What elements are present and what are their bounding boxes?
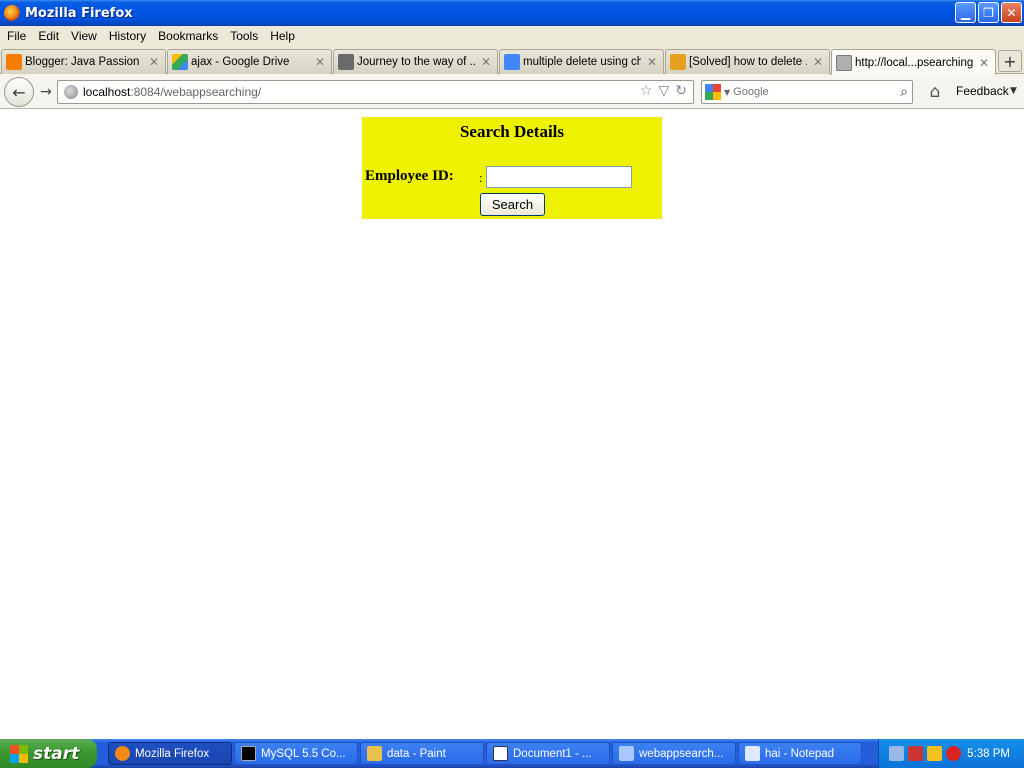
bookmark-star-icon[interactable]: ☆ <box>640 83 653 99</box>
notepad-icon <box>745 746 760 761</box>
tab-label: http://local...psearching/ <box>855 56 973 69</box>
page-title: Search Details <box>459 122 565 141</box>
forward-button[interactable]: → <box>36 83 56 101</box>
menu-edit[interactable]: Edit <box>32 29 65 43</box>
paint-icon <box>367 746 382 761</box>
task-label: Mozilla Firefox <box>135 747 210 760</box>
java-icon <box>338 54 354 70</box>
feedback-button[interactable]: Feedback <box>956 84 1009 98</box>
menu-view[interactable]: View <box>65 29 103 43</box>
taskbar-item-mysql[interactable]: MySQL 5.5 Co... <box>234 742 358 765</box>
reload-icon[interactable]: ↻ <box>675 83 687 99</box>
tab-close-icon[interactable]: ✕ <box>147 55 161 69</box>
feedback-dropdown-icon[interactable]: ▼ <box>1010 86 1017 96</box>
tab-solved[interactable]: [Solved] how to delete ... ✕ <box>665 49 830 74</box>
taskbar-item-firefox[interactable]: Mozilla Firefox <box>108 742 232 765</box>
system-tray: 5:38 PM <box>878 739 1024 768</box>
tab-strip: Blogger: Java Passion -... ✕ ajax - Goog… <box>0 46 1024 75</box>
search-panel: Search Details Employee ID: : Search <box>362 117 662 219</box>
search-button[interactable]: Search <box>480 193 545 216</box>
url-bar[interactable]: localhost :8084/webappsearching/ ☆ ▽ ↻ <box>57 80 694 104</box>
menu-bookmarks[interactable]: Bookmarks <box>152 29 224 43</box>
tab-close-icon[interactable]: ✕ <box>811 55 825 69</box>
minimize-button[interactable]: ▁ <box>955 2 976 23</box>
window-controls: ▁ ❐ ✕ <box>955 2 1022 23</box>
network-icon[interactable] <box>889 746 904 761</box>
google-drive-icon <box>172 54 188 70</box>
menu-history[interactable]: History <box>103 29 152 43</box>
antivirus-icon[interactable] <box>946 746 961 761</box>
google-search-engine-icon[interactable] <box>705 84 721 100</box>
start-label: start <box>33 743 80 764</box>
shield-icon[interactable] <box>927 746 942 761</box>
menu-file[interactable]: File <box>0 29 32 43</box>
search-bar[interactable]: ▼ ⌕ <box>701 80 913 104</box>
tab-close-icon[interactable]: ✕ <box>977 56 991 70</box>
clock: 5:38 PM <box>967 747 1010 760</box>
tab-localhost[interactable]: http://local...psearching/ ✕ <box>831 49 996 75</box>
tab-journey[interactable]: Journey to the way of ... ✕ <box>333 49 498 74</box>
close-button[interactable]: ✕ <box>1001 2 1022 23</box>
search-input[interactable] <box>733 86 901 98</box>
console-icon <box>241 746 256 761</box>
security-alert-icon[interactable] <box>908 746 923 761</box>
magnifier-icon[interactable]: ⌕ <box>900 84 908 100</box>
firefox-icon <box>115 746 130 761</box>
tab-label: Blogger: Java Passion -... <box>25 56 143 68</box>
dropdown-arrow-icon[interactable]: ▽ <box>658 83 669 99</box>
task-label: Document1 - ... <box>513 747 592 760</box>
globe-icon <box>64 85 78 99</box>
employee-id-label: Employee ID: <box>365 168 454 184</box>
title-bar: Mozilla Firefox ▁ ❐ ✕ <box>0 0 1024 26</box>
task-label: hai - Notepad <box>765 747 835 760</box>
employee-id-input[interactable] <box>486 166 632 188</box>
taskbar-item-notepad[interactable]: hai - Notepad <box>738 742 862 765</box>
taskbar-item-webappsearch[interactable]: webappsearch... <box>612 742 736 765</box>
task-label: MySQL 5.5 Co... <box>261 747 346 760</box>
home-button[interactable]: ⌂ <box>925 82 945 102</box>
netbeans-icon <box>619 746 634 761</box>
blogger-icon <box>6 54 22 70</box>
word-icon <box>493 746 508 761</box>
tab-google-drive[interactable]: ajax - Google Drive ✕ <box>167 49 332 74</box>
google-icon <box>504 54 520 70</box>
windows-logo-icon <box>10 744 28 763</box>
url-actions: ☆ ▽ ↻ <box>640 83 687 99</box>
codeproject-icon <box>670 54 686 70</box>
taskbar: start Mozilla Firefox MySQL 5.5 Co... da… <box>0 739 1024 768</box>
menu-tools[interactable]: Tools <box>224 29 264 43</box>
tab-label: [Solved] how to delete ... <box>689 56 807 68</box>
navigation-bar: ← → localhost :8084/webappsearching/ ☆ ▽… <box>0 74 1024 109</box>
restore-button[interactable]: ❐ <box>978 2 999 23</box>
tab-label: multiple delete using ch... <box>523 56 641 68</box>
menu-help[interactable]: Help <box>264 29 301 43</box>
tab-close-icon[interactable]: ✕ <box>645 55 659 69</box>
search-engine-dropdown-icon[interactable]: ▼ <box>724 88 730 97</box>
taskbar-item-document[interactable]: Document1 - ... <box>486 742 610 765</box>
page-icon <box>836 54 852 71</box>
page-content: Search Details Employee ID: : Search <box>0 109 1024 739</box>
colon-separator: : <box>479 170 483 185</box>
window-title: Mozilla Firefox <box>25 5 133 21</box>
new-tab-button[interactable]: + <box>998 50 1022 72</box>
tab-multiple-delete[interactable]: multiple delete using ch... ✕ <box>499 49 664 74</box>
task-label: webappsearch... <box>639 747 724 760</box>
task-label: data - Paint <box>387 747 446 760</box>
url-host: localhost <box>83 85 131 99</box>
tab-label: ajax - Google Drive <box>191 56 290 68</box>
tab-close-icon[interactable]: ✕ <box>479 55 493 69</box>
taskbar-item-paint[interactable]: data - Paint <box>360 742 484 765</box>
back-button[interactable]: ← <box>4 77 34 107</box>
menu-bar: File Edit View History Bookmarks Tools H… <box>0 26 1024 46</box>
firefox-icon <box>4 5 20 21</box>
tab-blogger[interactable]: Blogger: Java Passion -... ✕ <box>1 49 166 74</box>
tab-label: Journey to the way of ... <box>357 56 475 68</box>
tab-close-icon[interactable]: ✕ <box>313 55 327 69</box>
start-button[interactable]: start <box>0 739 97 768</box>
url-path: :8084/webappsearching/ <box>130 85 262 99</box>
